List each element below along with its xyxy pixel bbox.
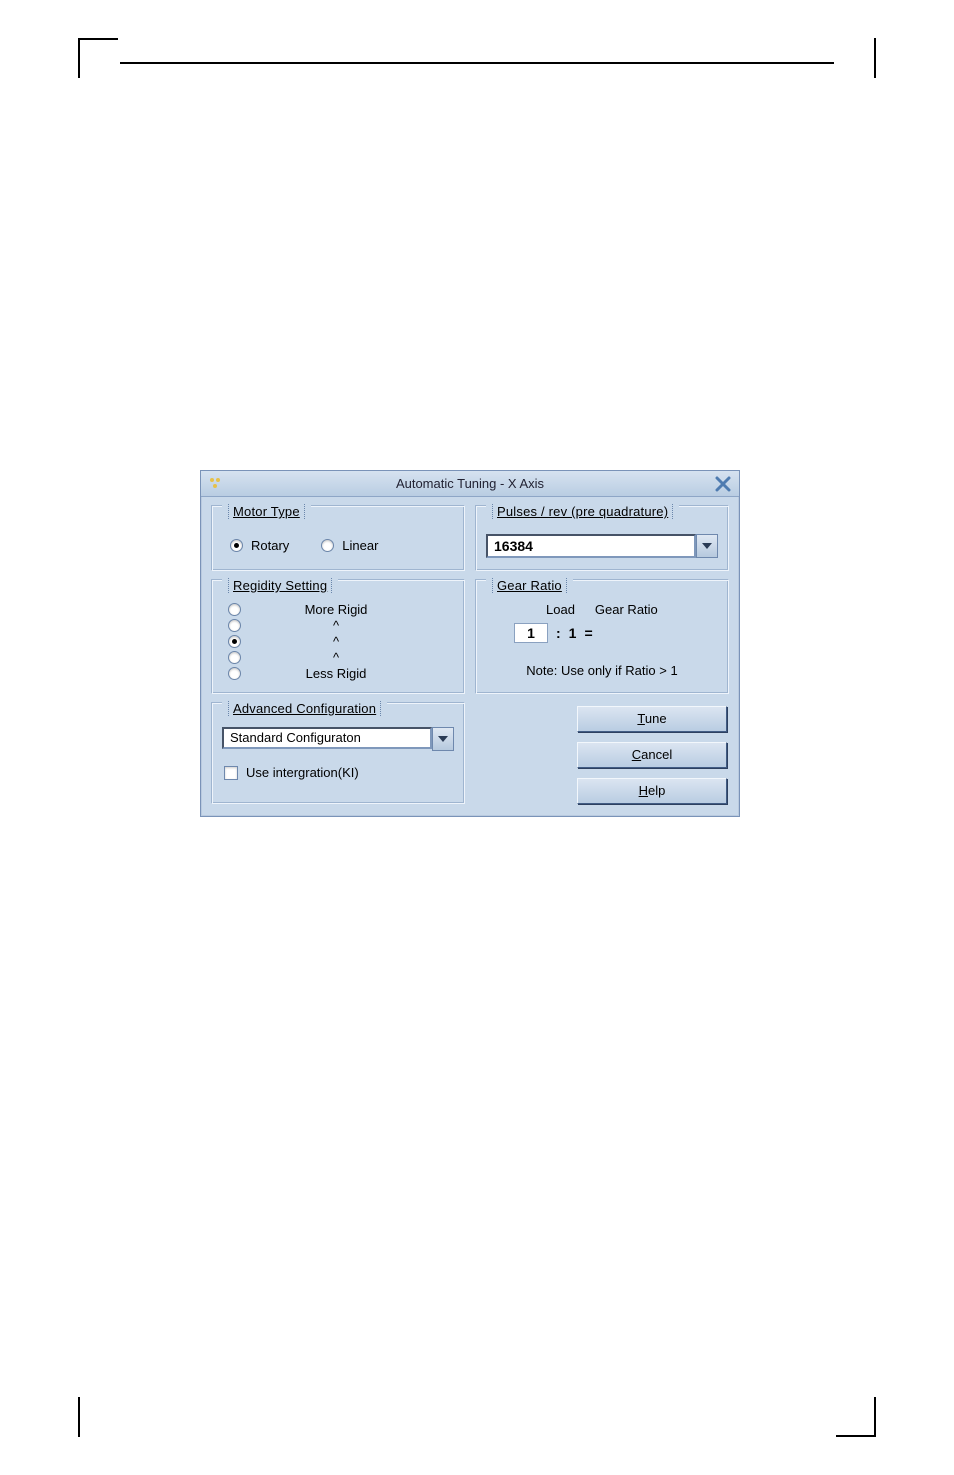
advanced-combo[interactable]: Standard Configuraton	[222, 727, 454, 751]
crop-mark-br	[836, 1397, 876, 1437]
rigidity-group: Regidity Setting More Rigid ^ ^ ^	[211, 579, 465, 694]
pulses-combo[interactable]: 16384	[486, 534, 718, 558]
chevron-down-icon	[702, 543, 712, 549]
advanced-legend: Advanced Configuration	[222, 701, 387, 716]
help-rest: elp	[648, 783, 665, 798]
chevron-down-icon	[438, 736, 448, 742]
crop-mark-tr	[836, 38, 876, 78]
advanced-dropdown-button[interactable]	[432, 727, 454, 751]
advanced-selected[interactable]: Standard Configuraton	[222, 727, 432, 749]
cancel-rest: ancel	[641, 747, 672, 762]
motor-rotary-option[interactable]: Rotary	[230, 536, 289, 555]
help-button[interactable]: Help	[577, 778, 727, 804]
motor-rotary-label: Rotary	[249, 538, 289, 553]
app-icon	[207, 475, 223, 491]
use-ki-checkbox-row[interactable]: Use intergration(KI)	[222, 751, 454, 780]
gear-load-input[interactable]: 1	[514, 623, 548, 643]
automatic-tuning-dialog: Automatic Tuning - X Axis Motor Type Rot…	[200, 470, 740, 817]
rigidity-less-label: Less Rigid	[248, 666, 454, 681]
rigidity-legend: Regidity Setting	[222, 578, 338, 593]
rigidity-option-3[interactable]: ^	[228, 634, 454, 649]
gear-load-label: Load	[546, 602, 575, 617]
rigidity-more-label: More Rigid	[248, 602, 454, 617]
radio-icon	[228, 651, 241, 664]
rigidity-caret: ^	[248, 634, 454, 649]
tune-accel: T	[637, 711, 644, 726]
radio-icon	[228, 619, 241, 632]
titlebar[interactable]: Automatic Tuning - X Axis	[201, 471, 739, 497]
gear-ratio-legend: Gear Ratio	[486, 578, 573, 593]
radio-icon	[228, 667, 241, 680]
pulses-legend: Pulses / rev (pre quadrature)	[486, 504, 679, 519]
motor-type-group: Motor Type Rotary Linear	[211, 505, 465, 571]
crop-mark-bl	[78, 1397, 118, 1437]
motor-type-legend: Motor Type	[222, 504, 311, 519]
gear-colon: :	[556, 625, 561, 641]
use-ki-label: Use intergration(KI)	[246, 765, 359, 780]
radio-icon	[230, 539, 243, 552]
tune-rest: une	[645, 711, 667, 726]
gear-one: 1	[569, 625, 577, 641]
gear-ratio-group: Gear Ratio Load Gear Ratio 1 : 1 = Note:…	[475, 579, 729, 694]
gear-note: Note: Use only if Ratio > 1	[486, 643, 718, 678]
gear-ratio-label: Gear Ratio	[595, 602, 658, 617]
cancel-button[interactable]: Cancel	[577, 742, 727, 768]
dialog-buttons: Tune Cancel Help	[475, 702, 729, 804]
rigidity-option-1[interactable]: More Rigid	[228, 602, 454, 617]
rigidity-option-2[interactable]: ^	[228, 618, 454, 633]
advanced-config-group: Advanced Configuration Standard Configur…	[211, 702, 465, 804]
pulses-dropdown-button[interactable]	[696, 534, 718, 558]
close-icon[interactable]	[713, 474, 733, 494]
motor-linear-option[interactable]: Linear	[321, 536, 378, 555]
tune-button[interactable]: Tune	[577, 706, 727, 732]
gear-equals: =	[584, 625, 592, 641]
rigidity-caret: ^	[248, 650, 454, 665]
dialog-body: Motor Type Rotary Linear Pulses / rev (p…	[201, 497, 739, 816]
checkbox-icon[interactable]	[224, 766, 238, 780]
radio-icon	[228, 603, 241, 616]
rigidity-option-5[interactable]: Less Rigid	[228, 666, 454, 681]
cancel-accel: C	[632, 747, 641, 762]
header-rule	[120, 62, 834, 64]
crop-mark-tl	[78, 38, 118, 78]
gear-ratio-row: 1 : 1 =	[486, 623, 718, 643]
motor-linear-label: Linear	[340, 538, 378, 553]
help-accel: H	[639, 783, 648, 798]
radio-icon	[228, 635, 241, 648]
rigidity-option-4[interactable]: ^	[228, 650, 454, 665]
pulses-value[interactable]: 16384	[486, 534, 696, 558]
pulses-group: Pulses / rev (pre quadrature) 16384	[475, 505, 729, 571]
rigidity-caret: ^	[248, 618, 454, 633]
titlebar-text: Automatic Tuning - X Axis	[396, 476, 544, 491]
radio-icon	[321, 539, 334, 552]
